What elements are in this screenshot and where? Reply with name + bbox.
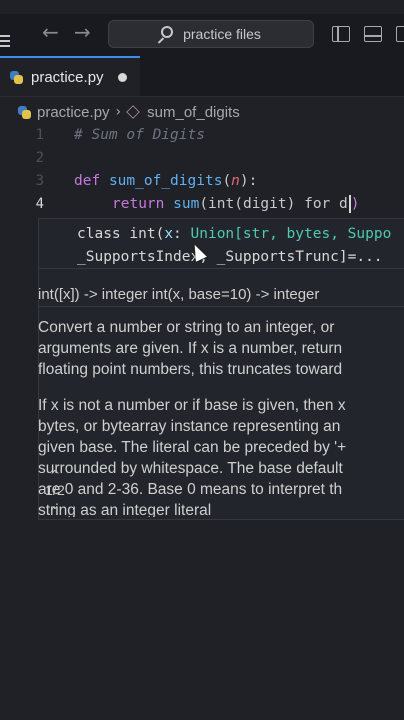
line-number: 2 — [35, 150, 44, 166]
divider — [38, 306, 404, 307]
unsaved-dot-icon[interactable] — [118, 73, 127, 82]
code-line: 3 def sum_of_digits(n): — [0, 170, 404, 192]
search-label: practice files — [183, 26, 261, 42]
code-text: def sum_of_digits(n): — [74, 173, 258, 189]
tab-practice-py[interactable]: practice.py — [0, 56, 140, 96]
line-number: 4 — [35, 196, 44, 212]
code-text: return sum(int(digit) for d) — [112, 195, 360, 213]
toggle-secondary-sidebar-icon[interactable] — [396, 26, 404, 42]
code-comment: # Sum of Digits — [74, 127, 205, 143]
signature-line-2: _SupportsIndex, _SupportsTrunc]=... — [77, 249, 383, 265]
usage-text: int([x]) -> integer int(x, base=10) -> i… — [38, 286, 320, 303]
python-file-icon — [18, 105, 31, 119]
code-line-active: 4 return sum(int(digit) for d) — [0, 193, 404, 215]
editor-tab-bar: practice.py — [0, 56, 404, 97]
breadcrumb: practice.py › sum_of_digits — [0, 100, 404, 124]
chevron-down-icon[interactable]: ⌄ — [38, 498, 72, 512]
divider — [38, 268, 404, 269]
breadcrumb-symbol[interactable]: sum_of_digits — [147, 104, 240, 121]
toggle-panel-icon[interactable] — [364, 26, 382, 42]
back-arrow-icon[interactable]: ← — [42, 22, 59, 42]
title-bar: ← → practice files — [0, 14, 404, 56]
overload-navigator: ^ 1/2 ⌄ — [38, 468, 72, 512]
signature: class int(x: Union[str, bytes, Suppo _Su… — [77, 226, 392, 265]
line-number: 1 — [35, 127, 44, 143]
tab-label: practice.py — [31, 68, 104, 86]
search-icon — [161, 26, 174, 38]
chevron-up-icon[interactable]: ^ — [38, 468, 72, 482]
doc-paragraph-1: Convert a number or string to an integer… — [38, 319, 343, 378]
toggle-primary-sidebar-icon[interactable] — [332, 26, 350, 42]
forward-arrow-icon[interactable]: → — [74, 22, 91, 42]
breadcrumb-file[interactable]: practice.py — [37, 104, 110, 121]
code-line: 1 # Sum of Digits — [0, 124, 404, 146]
function-symbol-icon — [126, 105, 140, 119]
doc-paragraph-2: If x is not a number or if base is given… — [38, 397, 347, 517]
overload-counter: 1/2 — [45, 482, 65, 498]
command-center-search[interactable]: practice files — [108, 20, 314, 48]
python-file-icon — [10, 70, 23, 84]
menu-icon[interactable] — [0, 32, 10, 50]
chevron-right-icon: › — [115, 104, 122, 120]
code-line: 2 — [0, 147, 404, 169]
line-number: 3 — [35, 173, 44, 189]
